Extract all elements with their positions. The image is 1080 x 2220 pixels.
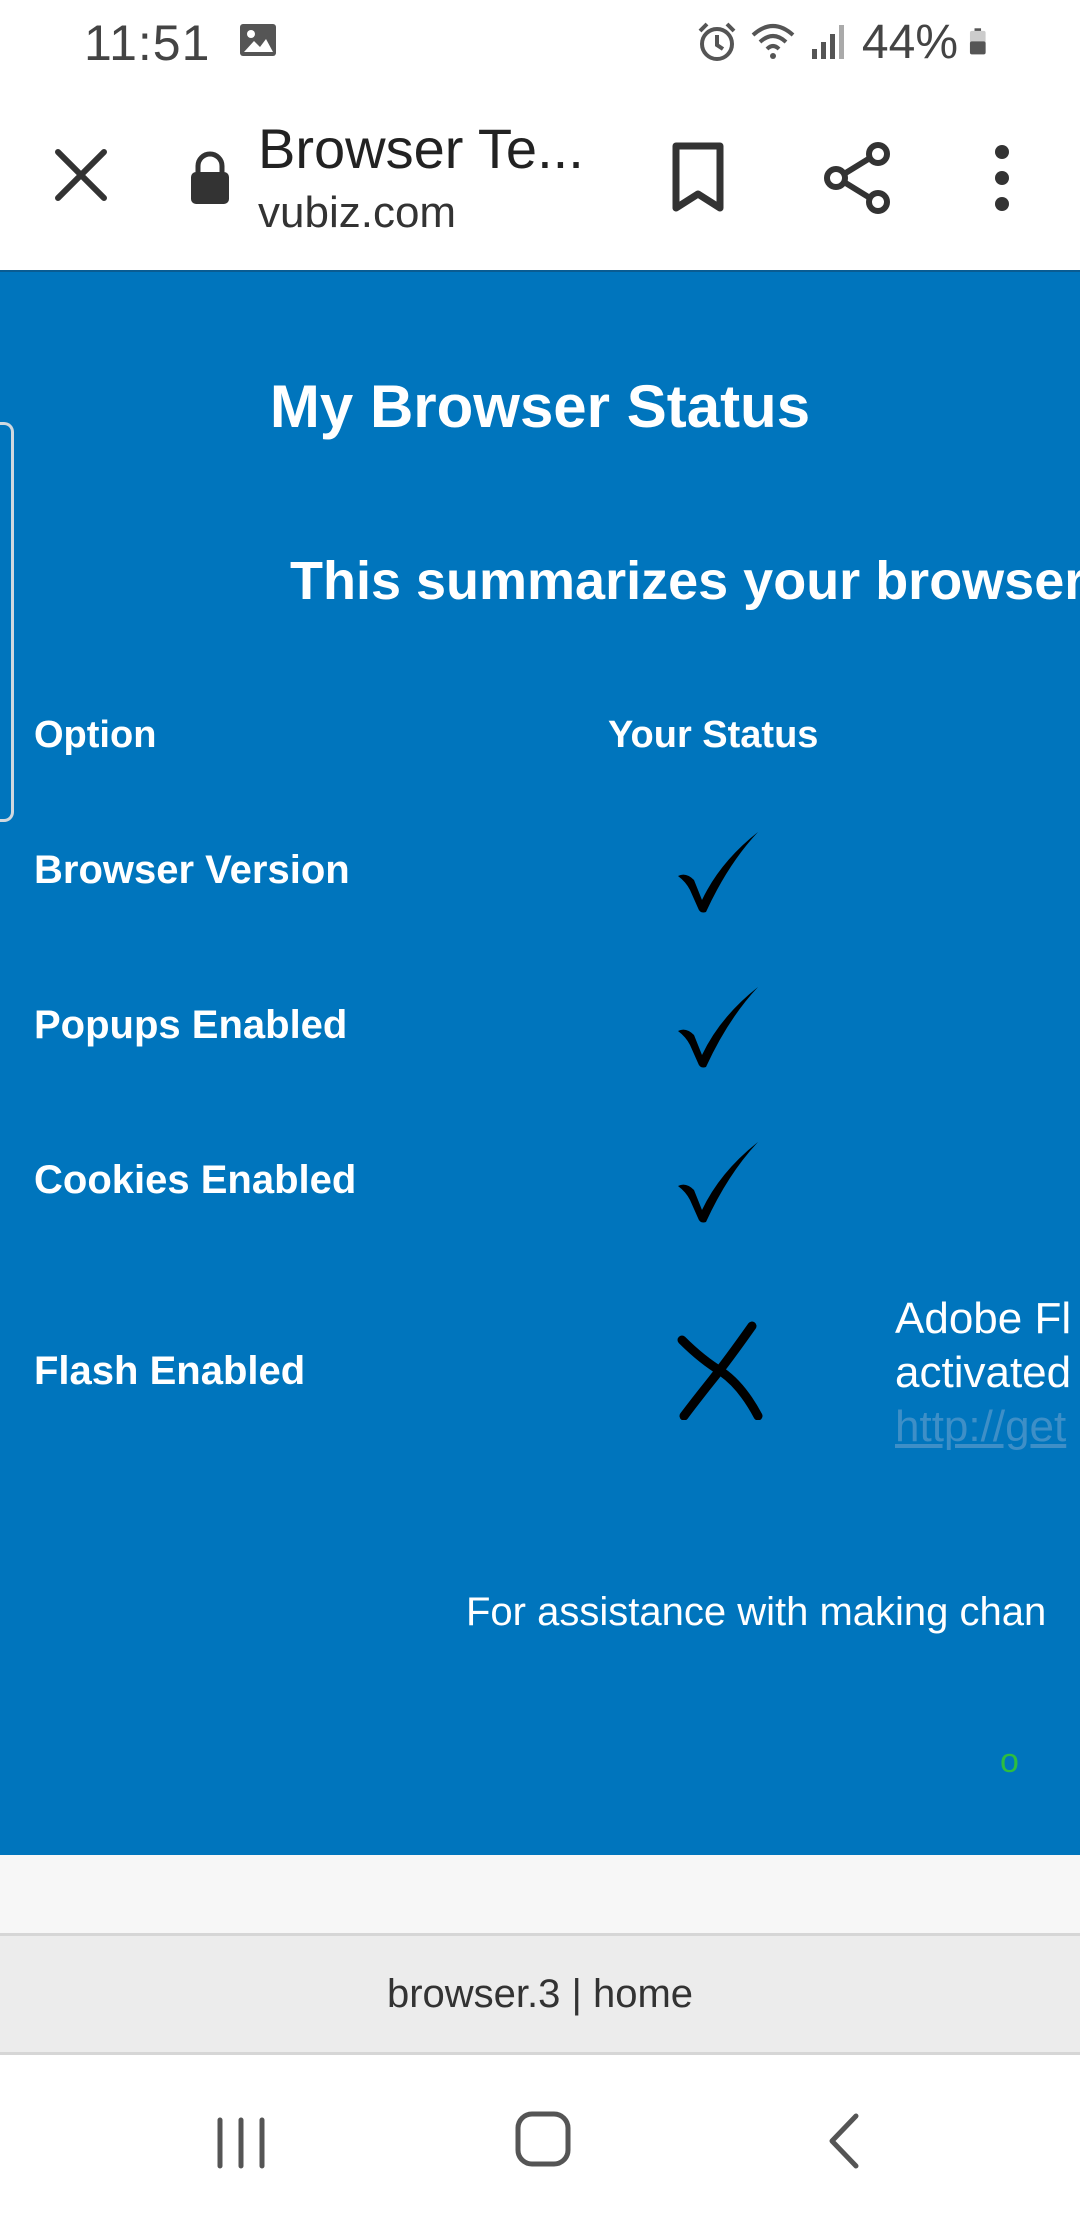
- url-text[interactable]: vubiz.com: [258, 188, 456, 238]
- close-icon[interactable]: [50, 144, 112, 206]
- flash-note-line1: Adobe Fl: [895, 1294, 1072, 1343]
- browser-toolbar: Browser Te... vubiz.com: [0, 84, 1080, 270]
- footer-text: browser.3 | home: [386, 1972, 694, 2016]
- gallery-icon: [240, 24, 276, 56]
- back-icon[interactable]: [826, 2112, 862, 2170]
- assistance-text: For assistance with making chan: [466, 1590, 1047, 1634]
- bookmark-icon[interactable]: [664, 142, 732, 212]
- status-time: 11:51: [84, 15, 211, 71]
- alarm-icon: [698, 22, 736, 61]
- battery-percent: 44%: [861, 15, 958, 69]
- page-tab-title[interactable]: Browser Te...: [258, 116, 608, 181]
- side-handle[interactable]: [0, 422, 14, 822]
- status-marker: o: [1000, 1742, 1019, 1780]
- page-title: My Browser Status: [269, 373, 811, 440]
- battery-icon: [969, 28, 986, 55]
- signal-icon: [811, 25, 844, 59]
- flash-download-link[interactable]: http://get: [895, 1400, 1071, 1454]
- row-label-browser-version: Browser Version: [34, 848, 350, 892]
- page-subtitle: This summarizes your browser's: [290, 551, 1080, 611]
- system-nav-bar: [0, 2058, 1080, 2220]
- footer: browser.3 | home: [0, 1933, 1080, 2055]
- flash-note-line2: activated: [895, 1348, 1072, 1397]
- check-icon: [678, 987, 758, 1068]
- share-icon[interactable]: [820, 140, 896, 216]
- status-bar: 11:51 44%: [0, 0, 1080, 84]
- row-label-flash-enabled: Flash Enabled: [34, 1349, 306, 1393]
- browser-status-page: My Browser Status This summarizes your b…: [0, 270, 1080, 1855]
- page-spacer: [0, 1855, 1080, 1933]
- flash-note: Adobe Fl activated http://get: [895, 1292, 1071, 1454]
- home-icon[interactable]: [514, 2110, 572, 2168]
- recent-apps-icon[interactable]: [214, 2116, 268, 2170]
- row-label-popups-enabled: Popups Enabled: [34, 1003, 348, 1047]
- check-icon: [678, 832, 758, 913]
- cross-icon: [677, 1321, 763, 1420]
- column-header-option: Option: [34, 714, 157, 756]
- more-vert-icon[interactable]: [984, 144, 1020, 212]
- status-icons: 44%: [694, 14, 998, 70]
- lock-icon[interactable]: [188, 150, 232, 206]
- wifi-icon: [751, 24, 795, 59]
- row-label-cookies-enabled: Cookies Enabled: [34, 1158, 357, 1202]
- column-header-status: Your Status: [608, 714, 819, 756]
- check-icon: [678, 1142, 758, 1223]
